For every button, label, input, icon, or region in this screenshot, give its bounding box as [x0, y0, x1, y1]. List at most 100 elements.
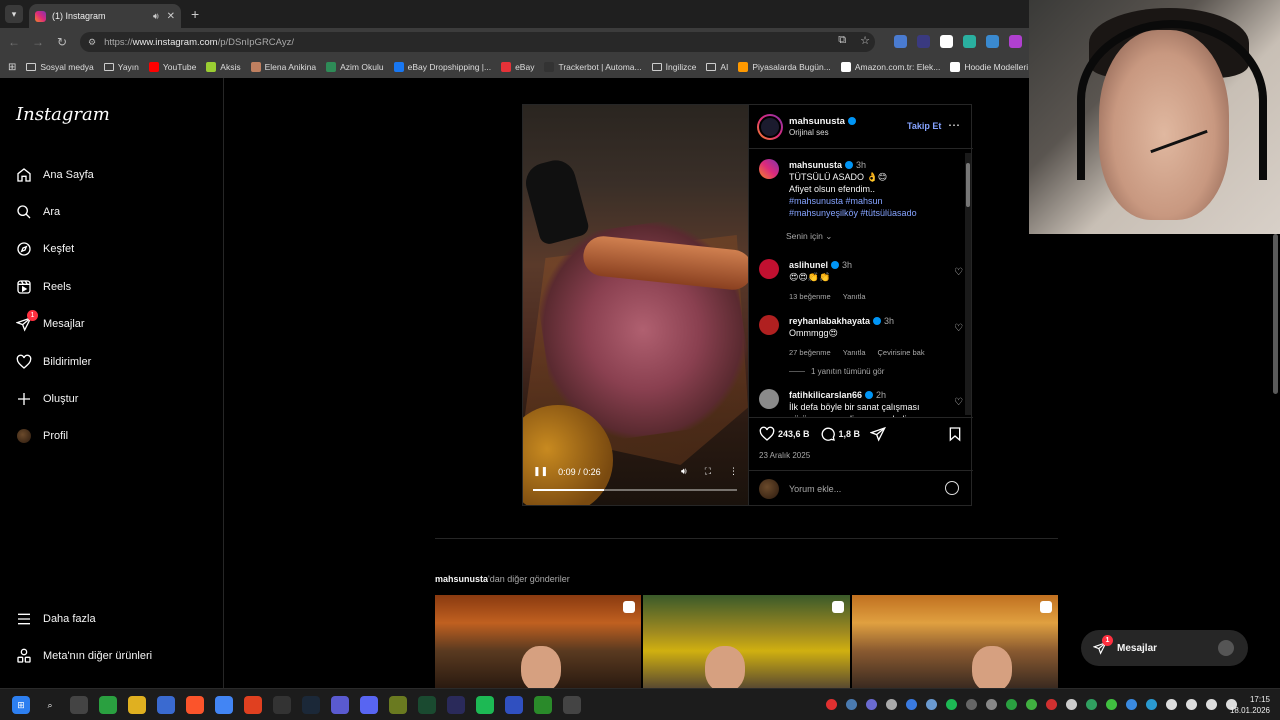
comments-scrollbar[interactable]	[965, 153, 971, 415]
speaker-icon[interactable]: 🔊︎	[153, 11, 159, 22]
sidebar-item-create[interactable]: Oluştur	[16, 380, 94, 417]
comment-likes[interactable]: 27 beğenme	[789, 348, 831, 357]
sidebar-item-reels[interactable]: Reels	[16, 268, 94, 305]
reply-button[interactable]: Yanıtla	[843, 348, 866, 357]
view-replies-button[interactable]: 1 yanıtın tümünü gör	[789, 367, 884, 376]
reload-button[interactable]: ↻	[52, 35, 72, 49]
app-icon[interactable]	[331, 696, 349, 714]
comment-likes[interactable]: 13 beğenme	[789, 292, 831, 301]
more-options-icon[interactable]: ⋯	[948, 118, 960, 132]
new-tab-button[interactable]: +	[191, 6, 199, 22]
bookmark-item[interactable]: İngilizce	[651, 62, 696, 72]
system-clock[interactable]: 17:15 18.01.2026	[1230, 694, 1270, 716]
caption-hashtags[interactable]: #mahsunyeşilköy #tütsülüasado	[789, 207, 959, 219]
extension-icon[interactable]	[917, 35, 930, 48]
tray-icon[interactable]	[826, 699, 837, 710]
bookmark-item[interactable]: Piyasalarda Bugün...	[738, 62, 831, 72]
like-comment-heart-icon[interactable]: ♡	[954, 397, 963, 409]
audio-label[interactable]: Orijinal ses	[789, 128, 829, 137]
commenter-avatar[interactable]	[759, 389, 779, 409]
post-thumbnail[interactable]	[643, 595, 850, 688]
fullscreen-icon[interactable]: ⛶	[705, 466, 711, 477]
network-icon[interactable]	[1186, 699, 1197, 710]
sidebar-item-profile[interactable]: Profil	[16, 418, 94, 455]
commenter-avatar[interactable]	[759, 315, 779, 335]
discord-icon[interactable]	[360, 696, 378, 714]
sidebar-item-home[interactable]: Ana Sayfa	[16, 156, 94, 193]
caption-hashtags[interactable]: #mahsunusta #mahsun	[789, 195, 959, 207]
commenter-avatar[interactable]	[759, 259, 779, 279]
author-username[interactable]: mahsunusta	[789, 116, 856, 127]
tray-icon[interactable]	[1086, 699, 1097, 710]
site-info-icon[interactable]: ⚙︎	[88, 37, 96, 48]
more-options-icon[interactable]: ⋮	[729, 466, 738, 477]
author-avatar[interactable]	[759, 159, 779, 179]
emoji-icon[interactable]	[945, 481, 959, 495]
install-app-icon[interactable]: ⧉	[838, 34, 846, 47]
like-count[interactable]: 243,6 B	[778, 429, 810, 439]
extension-icon[interactable]	[940, 35, 953, 48]
browser-tab[interactable]: (1) Instagram 🔊︎ ✕	[29, 4, 181, 28]
tray-icon[interactable]	[846, 699, 857, 710]
tray-icon[interactable]	[966, 699, 977, 710]
bookmark-item[interactable]: Hoodie Modelleri |	[950, 62, 1030, 72]
app-icon[interactable]	[389, 696, 407, 714]
bookmark-item[interactable]: AI	[706, 62, 728, 72]
video-progress-bar[interactable]	[533, 489, 737, 491]
tab-search-button[interactable]: ▾	[5, 5, 23, 23]
close-icon[interactable]: ✕	[167, 11, 175, 22]
comment-username[interactable]: reyhanlabakhayata	[789, 316, 870, 326]
extension-icon[interactable]	[963, 35, 976, 48]
more-posts-username[interactable]: mahsunusta	[435, 574, 488, 584]
add-comment-input[interactable]: Yorum ekle...	[789, 484, 841, 494]
tray-icon[interactable]	[1026, 699, 1037, 710]
like-comment-heart-icon[interactable]: ♡	[954, 323, 963, 335]
epic-games-icon[interactable]	[273, 696, 291, 714]
instagram-logo[interactable]: Instagram	[16, 104, 110, 125]
app-icon[interactable]	[534, 696, 552, 714]
tray-icon[interactable]	[1106, 699, 1117, 710]
caption-username[interactable]: mahsunusta	[789, 160, 842, 170]
url-bar[interactable]: ⚙︎ https://www.instagram.com/p/DSnIpGRCA…	[80, 32, 875, 52]
file-explorer-icon[interactable]	[128, 696, 146, 714]
post-thumbnail[interactable]	[435, 595, 642, 688]
comment-icon[interactable]	[820, 426, 836, 442]
tray-icon[interactable]	[1006, 699, 1017, 710]
volume-icon[interactable]: 🔊︎	[681, 466, 687, 477]
sidebar-item-messages[interactable]: 1 Mesajlar	[16, 306, 94, 343]
sidebar-item-search[interactable]: Ara	[16, 193, 94, 230]
bookmark-item[interactable]: eBay	[501, 62, 534, 72]
comment-username[interactable]: fatihkilicarslan66	[789, 390, 862, 400]
pause-icon[interactable]: ❚❚	[533, 466, 548, 477]
comment-username[interactable]: aslihunel	[789, 260, 828, 270]
comment-sort-dropdown[interactable]: Senin için ⌄	[786, 231, 832, 242]
save-bookmark-icon[interactable]	[947, 426, 963, 447]
search-icon[interactable]: ⌕	[41, 696, 59, 714]
like-heart-icon[interactable]	[759, 426, 775, 442]
store-icon[interactable]	[157, 696, 175, 714]
bookmark-item[interactable]: Elena Anikina	[250, 62, 316, 72]
translate-extension-icon[interactable]	[894, 35, 907, 48]
app-icon[interactable]	[418, 696, 436, 714]
app-icon[interactable]	[244, 696, 262, 714]
tray-icon[interactable]	[906, 699, 917, 710]
app-icon[interactable]	[70, 696, 88, 714]
forward-button[interactable]: →	[28, 35, 48, 49]
bookmark-item[interactable]: Trackerbot | Automa...	[544, 62, 642, 72]
reel-video[interactable]: ❚❚ 0:09 / 0:26 🔊︎ ⛶ ⋮	[523, 105, 748, 505]
page-scrollbar[interactable]	[1270, 234, 1280, 474]
chrome-icon[interactable]	[215, 696, 233, 714]
tray-icon[interactable]	[1066, 699, 1077, 710]
author-avatar[interactable]	[757, 114, 783, 140]
bookmark-item[interactable]: Amazon.com.tr: Elek...	[840, 62, 940, 72]
sidebar-item-notifications[interactable]: Bildirimler	[16, 343, 94, 380]
app-icon[interactable]	[447, 696, 465, 714]
extension-icon[interactable]	[1009, 35, 1022, 48]
bookmark-item[interactable]: Yayın	[103, 62, 139, 72]
brave-icon[interactable]	[186, 696, 204, 714]
sidebar-item-explore[interactable]: Keşfet	[16, 231, 94, 268]
share-icon[interactable]	[870, 426, 887, 442]
xbox-icon[interactable]	[99, 696, 117, 714]
messages-floating-button[interactable]: 1 Mesajlar	[1081, 630, 1248, 666]
follow-button[interactable]: Takip Et	[907, 121, 941, 131]
